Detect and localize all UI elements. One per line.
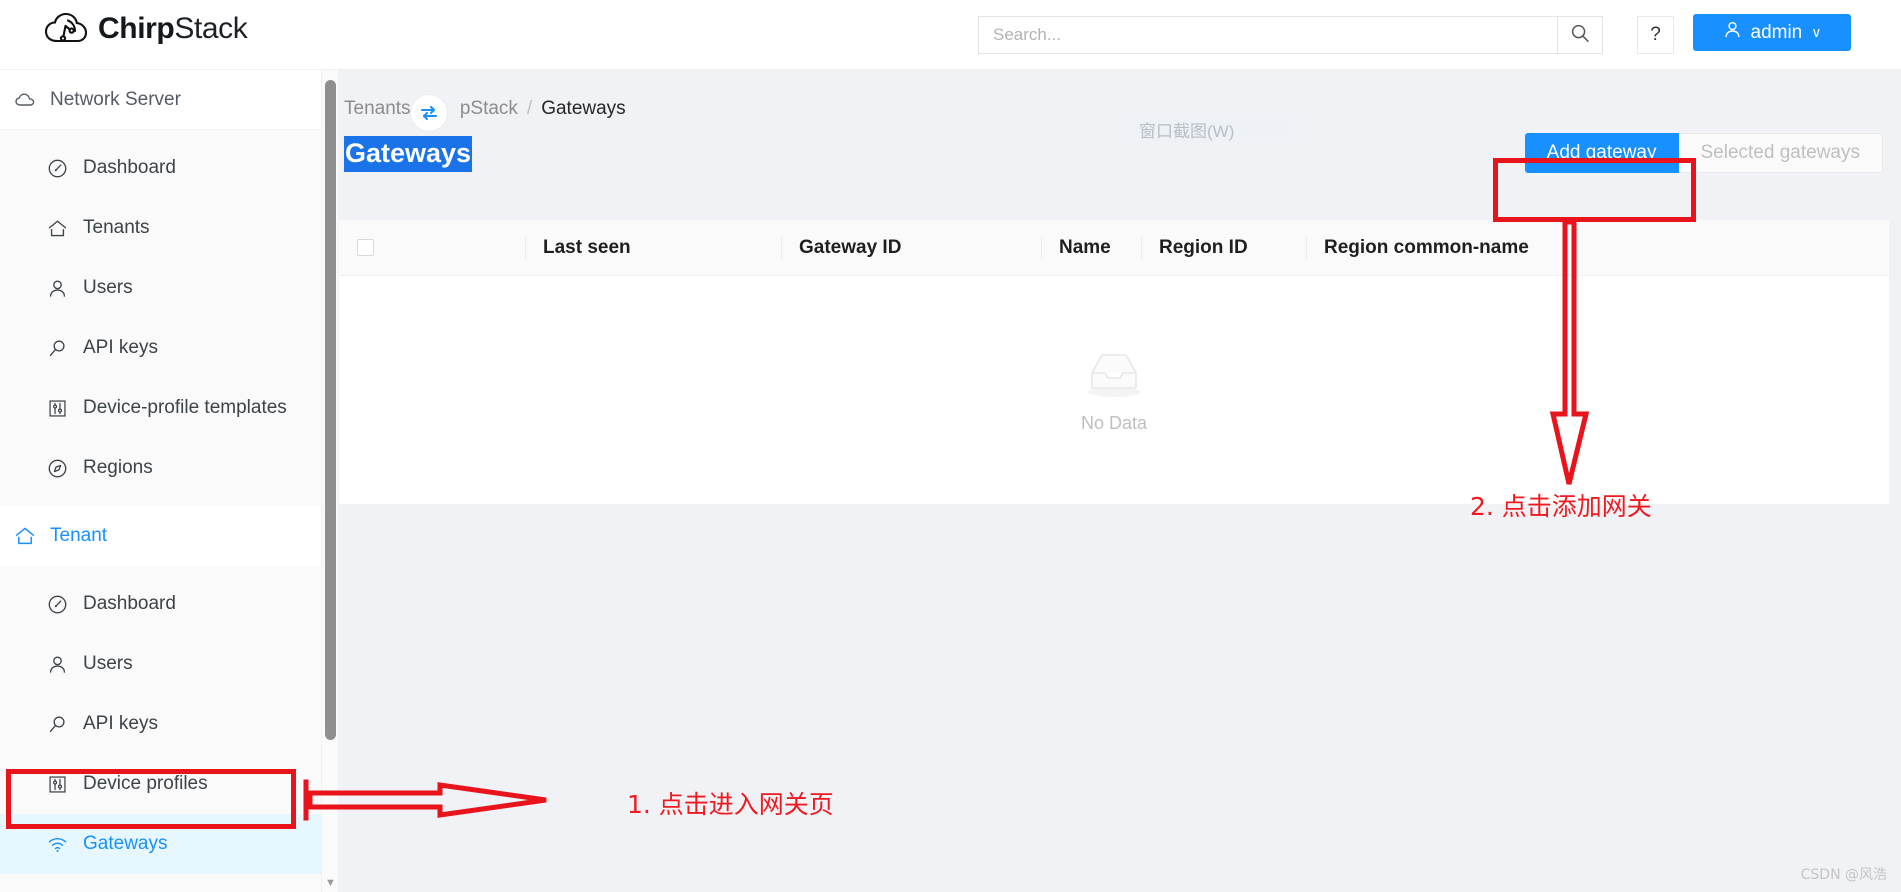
user-menu-label: admin <box>1750 21 1803 43</box>
sidebar-item-api-keys-tenant[interactable]: API keys <box>0 694 337 754</box>
sliders-icon <box>46 397 68 419</box>
sidebar-item-dashboard-tenant[interactable]: Dashboard <box>0 574 337 634</box>
gateways-table: Last seen Gateway ID Name Region ID Regi… <box>339 220 1889 504</box>
sidebar-section-network-server[interactable]: Network Server <box>0 70 337 130</box>
logo-wordmark: ChirpStack <box>98 12 248 46</box>
sidebar-scrollbar-track[interactable]: ▼ <box>321 70 338 892</box>
selected-gateways-button[interactable]: Selected gateways <box>1678 133 1883 173</box>
app-root: ChirpStack ? admin ∨ <box>0 0 1901 892</box>
wifi-icon <box>46 833 68 855</box>
key-icon <box>46 337 68 359</box>
app-logo[interactable]: ChirpStack <box>44 12 248 46</box>
cloud-chip-icon <box>44 12 88 46</box>
compass-icon <box>46 457 68 479</box>
window-capture-tooltip: 窗口截图(W) <box>1129 115 1295 143</box>
chirpstack-swap-icon <box>411 95 447 131</box>
top-header: ChirpStack ? admin ∨ <box>0 0 1901 70</box>
watermark: CSDN @风浩 <box>1800 867 1887 883</box>
table-header-region-id[interactable]: Region ID <box>1141 220 1306 275</box>
table-header-region-common-name[interactable]: Region common-name <box>1306 220 1889 275</box>
question-mark-icon: ? <box>1650 24 1661 45</box>
dashboard-icon <box>46 157 68 179</box>
sidebar-section-tenant[interactable]: Tenant <box>0 506 337 566</box>
sidebar-group-tenant: Dashboard Users API keys Device profiles… <box>0 566 337 892</box>
user-icon <box>46 653 68 675</box>
sidebar-item-tenants[interactable]: Tenants <box>0 198 337 258</box>
sidebar-item-label: API keys <box>83 713 158 734</box>
sidebar-item-label: Regions <box>83 457 153 478</box>
sidebar-item-gateways[interactable]: Gateways <box>0 814 337 874</box>
gateway-actions: Add gateway Selected gateways <box>1524 133 1883 173</box>
table-header-name[interactable]: Name <box>1041 220 1141 275</box>
sidebar: Network Server Dashboard Tenants Users A… <box>0 70 338 892</box>
sidebar-item-regions[interactable]: Regions <box>0 438 337 498</box>
sidebar-item-label: Dashboard <box>83 593 176 614</box>
table-header-select-all <box>339 220 525 275</box>
search-button[interactable] <box>1557 16 1603 54</box>
sidebar-item-label: API keys <box>83 337 158 358</box>
table-header-gateway-id[interactable]: Gateway ID <box>781 220 1041 275</box>
sliders-icon <box>46 773 68 795</box>
chevron-down-icon: ∨ <box>1811 24 1822 40</box>
sidebar-item-label: Device profiles <box>83 773 208 794</box>
empty-inbox-icon <box>1080 346 1148 407</box>
breadcrumb: Tenants / pStack / Gateways <box>344 98 626 120</box>
sidebar-section-label: Network Server <box>50 88 181 110</box>
main-content: Tenants / pStack / Gateways Gateways 窗口截… <box>339 70 1901 892</box>
sidebar-item-label: Dashboard <box>83 157 176 178</box>
user-menu-button[interactable]: admin ∨ <box>1693 14 1851 51</box>
select-all-checkbox[interactable] <box>357 239 374 256</box>
empty-state-label: No Data <box>1080 413 1148 433</box>
breadcrumb-separator: / <box>526 98 533 119</box>
dashboard-icon <box>46 593 68 615</box>
sidebar-item-users-tenant[interactable]: Users <box>0 634 337 694</box>
logo-text-light: Stack <box>174 12 248 45</box>
sidebar-item-users-ns[interactable]: Users <box>0 258 337 318</box>
home-icon <box>14 525 36 547</box>
search-input[interactable] <box>978 16 1557 54</box>
sidebar-item-label: Tenants <box>83 217 150 238</box>
user-icon <box>46 277 68 299</box>
user-icon <box>1723 20 1742 45</box>
sidebar-item-label: Device-profile templates <box>83 397 287 418</box>
add-gateway-button[interactable]: Add gateway <box>1524 133 1679 173</box>
breadcrumb-item-gateways: Gateways <box>541 98 626 119</box>
sidebar-item-label: Users <box>83 277 133 298</box>
sidebar-item-device-profile-templates[interactable]: Device-profile templates <box>0 378 337 438</box>
logo-text-bold: Chirp <box>98 12 175 45</box>
global-search[interactable] <box>978 16 1603 54</box>
sidebar-group-network-server: Dashboard Tenants Users API keys Device-… <box>0 130 337 506</box>
breadcrumb-item-tenants[interactable]: Tenants <box>344 98 411 120</box>
sidebar-item-label: Users <box>83 653 133 674</box>
sidebar-item-api-keys-ns[interactable]: API keys <box>0 318 337 378</box>
key-icon <box>46 713 68 735</box>
sidebar-scrollbar-thumb[interactable] <box>325 80 336 740</box>
sidebar-item-dashboard-ns[interactable]: Dashboard <box>0 138 337 198</box>
sidebar-section-label: Tenant <box>50 525 108 546</box>
table-empty-state: No Data <box>339 276 1889 504</box>
page-title: Gateways <box>344 136 473 172</box>
help-button[interactable]: ? <box>1637 16 1674 54</box>
home-icon <box>46 217 68 239</box>
sidebar-item-device-profiles[interactable]: Device profiles <box>0 754 337 814</box>
sidebar-item-applications[interactable]: Applications <box>0 874 337 892</box>
sidebar-item-label: Gateways <box>83 833 168 854</box>
cloud-icon <box>14 89 36 111</box>
scroll-down-arrow-icon[interactable]: ▼ <box>325 878 336 889</box>
search-icon <box>1570 23 1590 48</box>
table-header-last-seen[interactable]: Last seen <box>525 220 781 275</box>
table-header-row: Last seen Gateway ID Name Region ID Regi… <box>339 220 1889 276</box>
